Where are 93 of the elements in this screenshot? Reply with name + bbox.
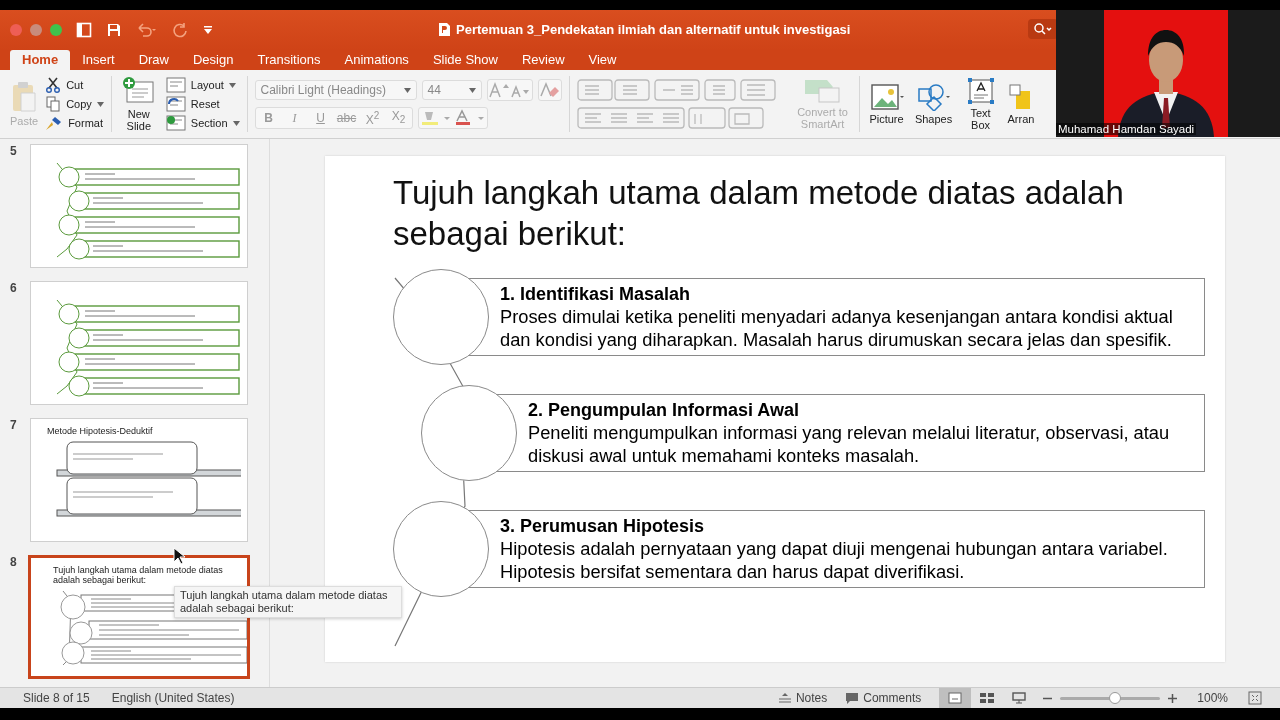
arrange-button[interactable]: Arran	[1007, 83, 1036, 125]
customize-caret-icon[interactable]	[202, 24, 214, 36]
fit-slide-icon[interactable]	[1248, 691, 1262, 705]
copy-button[interactable]: Copy	[45, 96, 104, 112]
ribbon-tab[interactable]: View	[576, 50, 629, 70]
language-label[interactable]: English (United States)	[111, 691, 235, 705]
italic-button[interactable]: I	[281, 108, 308, 128]
document-icon	[438, 22, 451, 37]
save-icon[interactable]	[106, 22, 122, 38]
slide-title: Metode Hipotesis-Deduktif	[47, 426, 154, 436]
slide-title: Tujuh langkah utama dalam metode diatas adalah sebagai berikut:	[393, 173, 1125, 254]
ribbon-tab[interactable]: Design	[181, 50, 246, 70]
comments-button[interactable]: Comments	[845, 691, 922, 705]
tooltip: Tujuh langkah utama dalam metode diatas adalah sebagai berikut:	[174, 586, 402, 618]
paintbrush-icon	[45, 115, 64, 131]
slide-thumbnail[interactable]: Metode Hipotesis-Deduktif	[30, 418, 248, 542]
format-painter-button[interactable]: Format	[45, 115, 104, 131]
notes-icon	[777, 692, 792, 704]
presentation-icon	[1012, 692, 1027, 704]
caret-icon	[96, 101, 104, 107]
window-title: Pertemuan 3_Pendekatan ilmiah dan alternatif untuk investigasi	[456, 22, 851, 37]
step-heading: 3. Perumusan Hipotesis	[500, 515, 706, 537]
picture-button[interactable]: Picture	[866, 83, 907, 125]
slider-thumb[interactable]	[1109, 691, 1122, 704]
step-description: Hipotesis adalah pernyataan yang dapat diuji mengenai hubungan antara variabel. Hipotesis bersifat sementara dan harus dapat diverifikasi.	[500, 537, 1169, 583]
smartart-icon	[802, 78, 843, 104]
layout-icon	[165, 77, 186, 93]
ribbon-tab[interactable]: Animations	[332, 50, 421, 70]
caret-icon	[228, 82, 236, 88]
notes-button[interactable]: Notes	[777, 691, 828, 705]
step-description: Peneliti mengumpulkan informasi yang relevan melalui literatur, observasi, atau diskusi awal untuk memahami konteks masalah.	[528, 421, 1171, 467]
caret-icon	[403, 87, 411, 93]
cursor-icon	[173, 547, 185, 565]
zoom-in-button[interactable]	[1168, 693, 1178, 703]
slide-number: 5	[10, 144, 18, 160]
strikethrough-button[interactable]: abc	[333, 108, 360, 128]
grid-icon	[980, 692, 995, 704]
arrange-icon	[1007, 83, 1030, 111]
section-icon	[165, 115, 186, 131]
ribbon-tab[interactable]: Review	[509, 50, 577, 70]
image-icon	[869, 83, 904, 111]
step-heading: 2. Pengumpulan Informasi Awal	[528, 399, 801, 421]
caret-icon	[232, 120, 240, 126]
text-box-icon	[966, 77, 995, 105]
copy-icon	[45, 96, 62, 112]
normal-view-icon	[948, 692, 963, 704]
slide-title: Tujuh langkah utama dalam metode diatas adalah sebagai berikut:	[53, 565, 224, 585]
slide-thumbnail[interactable]	[30, 144, 248, 268]
scissors-icon	[45, 77, 62, 93]
search-button[interactable]	[1028, 19, 1058, 39]
speech-bubble-icon	[845, 692, 860, 704]
ribbon-tab[interactable]: Insert	[70, 50, 127, 70]
reset-icon	[165, 96, 186, 112]
slide-thumbnail[interactable]	[30, 281, 248, 405]
clipboard-icon	[11, 81, 38, 113]
slide-number: 7	[10, 418, 18, 434]
underline-button[interactable]: U	[307, 108, 334, 128]
close-button[interactable]	[10, 24, 22, 36]
slide-counter: Slide 8 of 15	[23, 691, 90, 705]
cut-button[interactable]: Cut	[45, 77, 104, 93]
undo-icon[interactable]	[136, 22, 158, 38]
slide-number: 8	[10, 555, 18, 571]
zoom-button[interactable]	[50, 24, 62, 36]
section-button[interactable]: Section	[165, 115, 240, 131]
slide-number: 6	[10, 281, 18, 297]
normal-view-button[interactable]	[939, 688, 972, 708]
step-description: Proses dimulai ketika peneliti menyadari adanya kesenjangan antara kondisi aktual dan kondisi yang diharapkan. Masalah harus dirumuskan secara jelas dan spesifik.	[500, 305, 1174, 351]
layout-button[interactable]: Layout	[165, 77, 240, 93]
step-heading: 1. Identifikasi Masalah	[500, 283, 692, 305]
redo-icon[interactable]	[172, 22, 188, 38]
new-slide-button[interactable]: New Slide	[118, 76, 159, 132]
grow-font-icon[interactable]	[487, 81, 510, 99]
textbox-button[interactable]: Text Box	[960, 77, 1001, 131]
subscript-button[interactable]: X$_{2}$	[385, 105, 412, 131]
participant-name: Muhamad Hamdan Sayadi	[1056, 123, 1197, 135]
minimize-button[interactable]	[30, 24, 42, 36]
ribbon-tab[interactable]: Home	[10, 50, 71, 70]
ribbon-tab[interactable]: Slide Show	[420, 50, 510, 70]
font-size-field[interactable]: 44	[421, 80, 482, 100]
reset-button[interactable]: Reset	[165, 96, 240, 112]
ribbon-tab[interactable]: Transitions	[245, 50, 333, 70]
search-icon	[1034, 23, 1052, 35]
new-slide-icon	[121, 76, 156, 106]
bold-button[interactable]: B	[255, 108, 282, 128]
ribbon-tab[interactable]: Draw	[126, 50, 181, 70]
zoom-level: 100%	[1197, 691, 1228, 705]
clear-format-icon[interactable]	[538, 81, 561, 99]
sidebar-icon[interactable]	[76, 22, 92, 38]
font-name-field[interactable]: Calibri Light (Headings)	[254, 80, 417, 100]
superscript-button[interactable]: X$^{2}$	[359, 106, 386, 130]
caret-icon	[468, 87, 476, 93]
shapes-icon	[915, 83, 952, 111]
shapes-button[interactable]: Shapes	[913, 83, 954, 125]
